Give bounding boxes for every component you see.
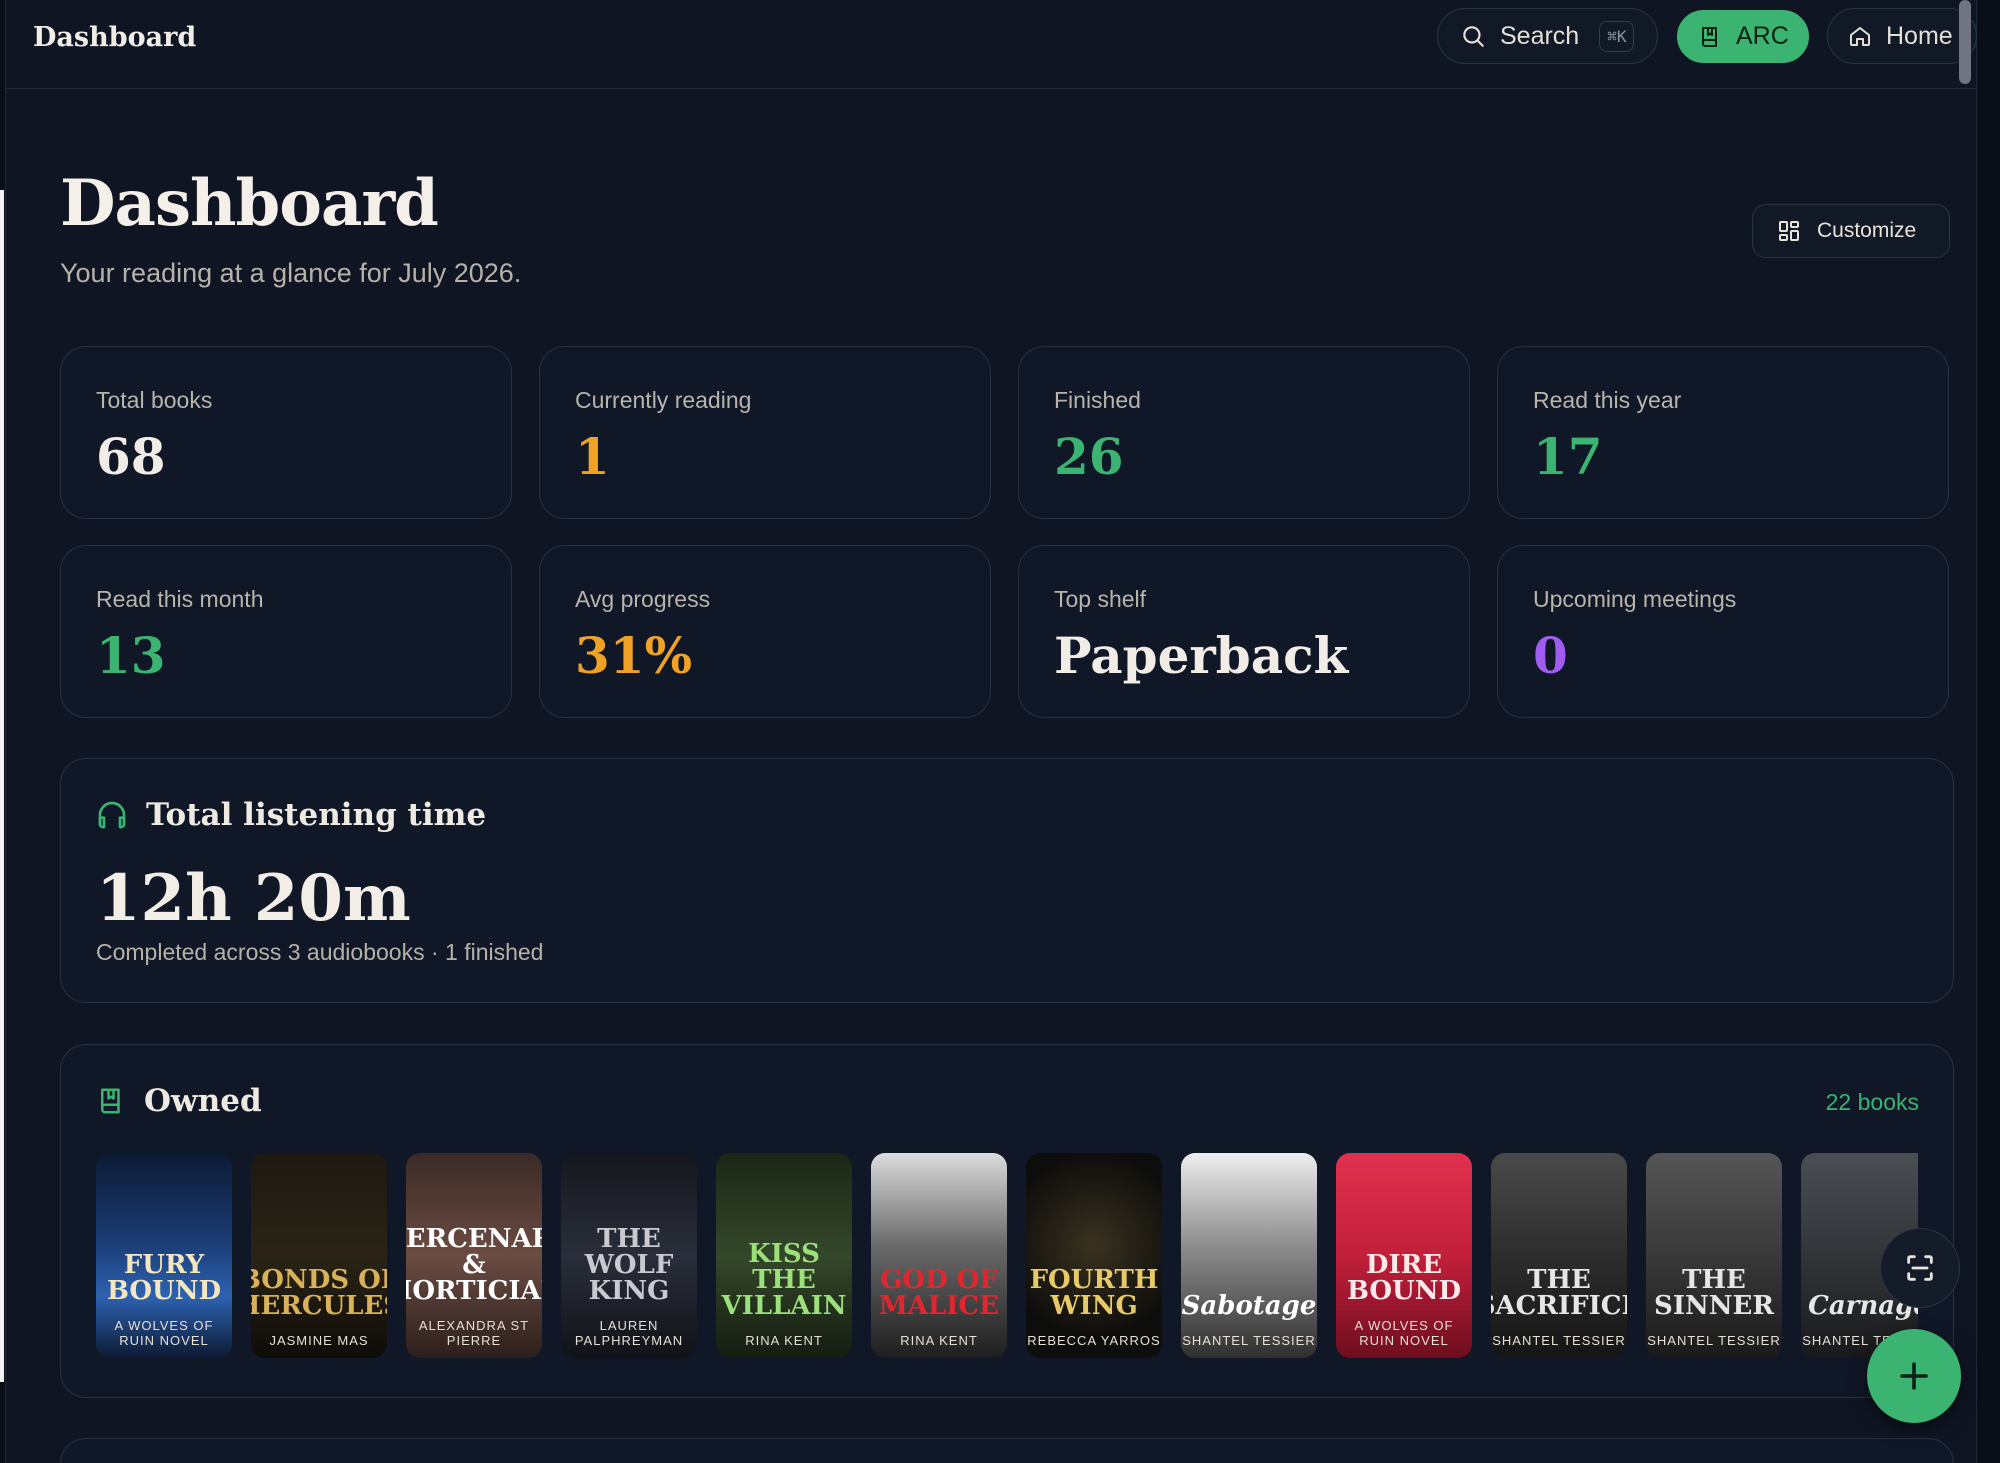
book-cover[interactable]: GOD OF MALICE RINA KENT (871, 1153, 1007, 1358)
book-author: A WOLVES OF RUIN NOVEL (114, 1318, 214, 1348)
listening-subtitle: Completed across 3 audiobooks · 1 finish… (96, 939, 544, 965)
topbar-title: Dashboard (33, 22, 197, 53)
book-title: MERCENARY & MORTICIAN (406, 1224, 542, 1306)
listening-title: Total listening time (146, 797, 487, 833)
headphones-icon (98, 801, 126, 829)
book-title: FOURTH WING (1029, 1265, 1159, 1321)
book-author: SHANTEL TESSIER (1647, 1333, 1781, 1348)
book-title: FURY BOUND (106, 1250, 222, 1306)
book-shelf: FURY BOUND A WOLVES OF RUIN NOVEL BONDS … (96, 1153, 1918, 1358)
listening-header: Total listening time (96, 797, 486, 833)
search-label: Search (1500, 21, 1580, 50)
stat-value: 68 (96, 427, 166, 486)
search-shortcut: ⌘K (1599, 20, 1635, 52)
book-cover[interactable]: THE SINNER SHANTEL TESSIER (1646, 1153, 1782, 1358)
book-title: DIRE BOUND (1346, 1250, 1462, 1306)
customize-button[interactable]: Customize (1752, 204, 1950, 258)
scan-icon (1907, 1255, 1933, 1281)
home-icon (1850, 27, 1870, 46)
left-edge-strip (0, 190, 4, 1382)
stat-value: 31% (575, 626, 693, 685)
book-cover[interactable]: KISS THE VILLAIN RINA KENT (716, 1153, 852, 1358)
listening-value: 12h 20m (96, 861, 411, 936)
stat-label: Total books (96, 387, 213, 413)
book-title: GOD OF MALICE (879, 1265, 999, 1321)
book-author: REBECCA YARROS (1027, 1333, 1161, 1348)
book-author: RINA KENT (745, 1333, 823, 1348)
book-author: SHANTEL TESSIER (1182, 1333, 1316, 1348)
book-author: ALEXANDRA ST PIERRE (418, 1318, 530, 1348)
search-button[interactable]: Search ⌘K (1437, 8, 1658, 64)
book-icon (1702, 26, 1717, 47)
owned-header: Owned (96, 1083, 262, 1119)
stat-card-top-shelf[interactable]: Top shelf Paperback (1018, 545, 1470, 718)
book-cover[interactable]: BONDS OF HERCULES JASMINE MAS (251, 1153, 387, 1358)
scrollbar-thumb[interactable] (1959, 0, 1971, 84)
page-subtitle: Your reading at a glance for July 2026. (60, 258, 522, 288)
owned-title: Owned (144, 1083, 262, 1119)
book-title: THE SINNER (1654, 1265, 1774, 1321)
plus-icon (1900, 1362, 1928, 1390)
customize-label: Customize (1817, 219, 1917, 242)
book-cover[interactable]: THE SACRIFICE SHANTEL TESSIER (1491, 1153, 1627, 1358)
book-title: THE WOLF KING (584, 1224, 674, 1306)
book-cover[interactable]: Sabotage SHANTEL TESSIER (1181, 1153, 1317, 1358)
owned-count-link[interactable]: 22 books (1826, 1089, 1919, 1116)
home-label: Home (1886, 21, 1953, 50)
stat-card-read-this-year[interactable]: Read this year 17 (1497, 346, 1949, 519)
stat-label: Finished (1054, 387, 1141, 413)
add-book-button[interactable] (1867, 1329, 1961, 1423)
book-cover[interactable]: THE WOLF KING LAUREN PALPHREYMAN (561, 1153, 697, 1358)
stat-value: 0 (1533, 626, 1568, 685)
stat-card-total-books[interactable]: Total books 68 (60, 346, 512, 519)
stat-label: Top shelf (1054, 586, 1147, 612)
book-title: THE SACRIFICE (1491, 1265, 1627, 1321)
stat-value: Paperback (1054, 626, 1349, 685)
book-title: BONDS OF HERCULES (251, 1265, 387, 1321)
book-author: A WOLVES OF RUIN NOVEL (1354, 1318, 1454, 1348)
owned-shelf-card: Owned 22 books FURY BOUND A WOLVES OF RU… (60, 1044, 1954, 1398)
stat-label: Read this year (1533, 387, 1682, 413)
stat-label: Upcoming meetings (1533, 586, 1737, 612)
book-cover[interactable]: MERCENARY & MORTICIAN ALEXANDRA ST PIERR… (406, 1153, 542, 1358)
app-window: Dashboard Search ⌘K ARC Home Dashboard Y… (5, 0, 1977, 1463)
book-author: RINA KENT (900, 1333, 978, 1348)
stat-label: Read this month (96, 586, 264, 612)
stat-card-avg-progress[interactable]: Avg progress 31% (539, 545, 991, 718)
stat-card-currently-reading[interactable]: Currently reading 1 (539, 346, 991, 519)
stat-value: 13 (96, 626, 166, 685)
stat-card-upcoming-meetings[interactable]: Upcoming meetings 0 (1497, 545, 1949, 718)
book-cover[interactable]: DIRE BOUND A WOLVES OF RUIN NOVEL (1336, 1153, 1472, 1358)
next-section-card (60, 1438, 1954, 1463)
stat-value: 17 (1533, 427, 1603, 486)
book-icon (101, 1088, 120, 1114)
book-author: SHANTEL TESSIER (1492, 1333, 1626, 1348)
arc-label: ARC (1736, 22, 1789, 50)
book-cover[interactable]: FOURTH WING REBECCA YARROS (1026, 1153, 1162, 1358)
stat-label: Avg progress (575, 586, 711, 612)
stat-label: Currently reading (575, 387, 752, 413)
book-cover[interactable]: FURY BOUND A WOLVES OF RUIN NOVEL (96, 1153, 232, 1358)
page-title: Dashboard (60, 166, 439, 241)
top-bar: Dashboard Search ⌘K ARC Home (6, 0, 1977, 89)
stat-value: 1 (575, 427, 610, 486)
book-title: KISS THE VILLAIN (721, 1239, 847, 1321)
book-author: LAUREN PALPHREYMAN (574, 1318, 684, 1348)
home-button[interactable]: Home (1827, 8, 1977, 64)
listening-card: Total listening time 12h 20m Completed a… (60, 758, 1954, 1003)
scan-button[interactable] (1880, 1228, 1960, 1308)
grid-icon (1779, 221, 1799, 241)
arc-button[interactable]: ARC (1677, 10, 1809, 63)
book-title: Sabotage (1181, 1291, 1317, 1321)
book-author: JASMINE MAS (269, 1333, 369, 1348)
stat-card-finished[interactable]: Finished 26 (1018, 346, 1470, 519)
stat-value: 26 (1054, 427, 1124, 486)
search-icon (1463, 26, 1484, 47)
stat-card-read-this-month[interactable]: Read this month 13 (60, 545, 512, 718)
